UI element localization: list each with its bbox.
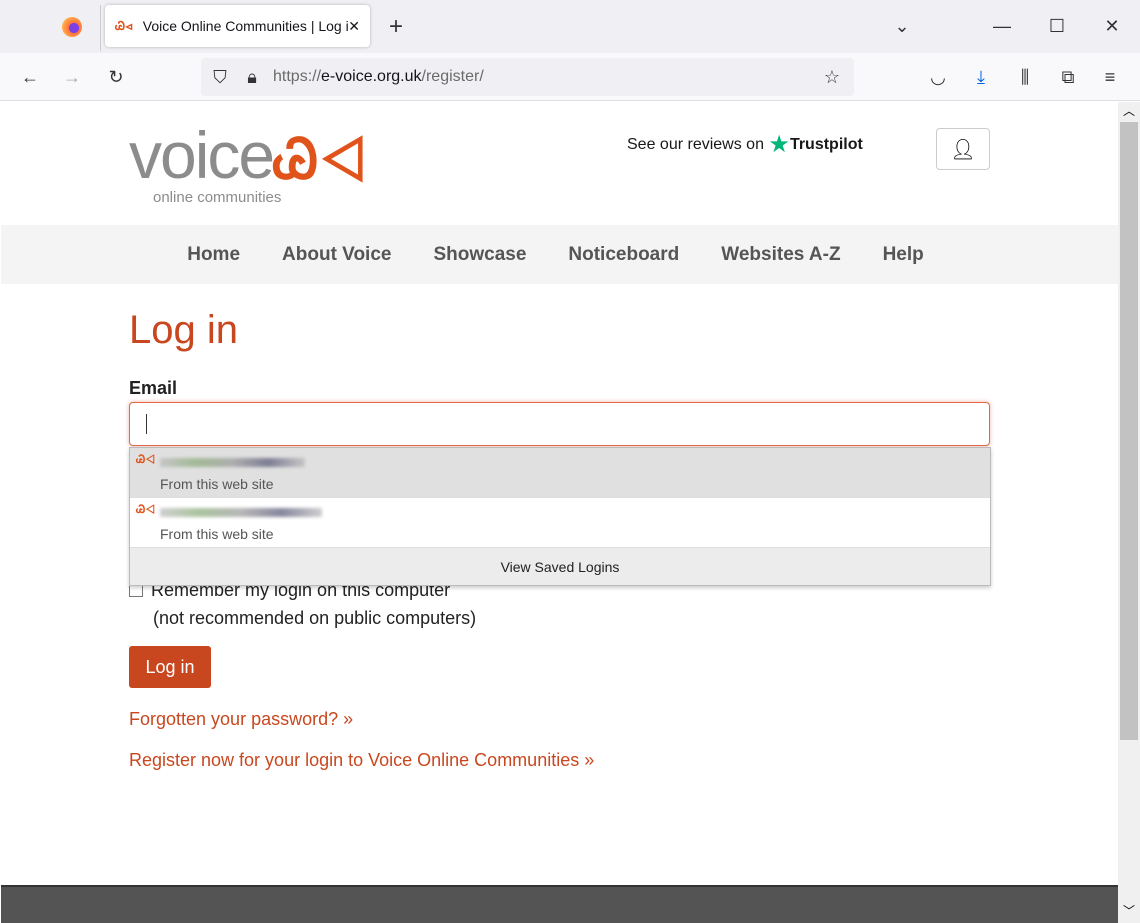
web-page: voiceᏊ◁ online communities See our revie…	[1, 102, 1118, 923]
page-title: Log in	[129, 308, 238, 352]
tab-bar: Ꮚ⊲ Voice Online Communities | Log in ✕ +…	[0, 0, 1140, 53]
downloads-icon[interactable]: ⤓	[969, 65, 993, 89]
logo-word: voice	[129, 118, 275, 192]
user-icon: 👤︎	[950, 138, 976, 161]
nav-websites-a-z[interactable]: Websites A-Z	[721, 244, 840, 266]
new-tab-icon[interactable]: +	[384, 13, 408, 40]
tab-title: Voice Online Communities | Log in	[142, 18, 349, 34]
user-account-button[interactable]: 👤︎	[936, 128, 990, 170]
close-window-icon[interactable]: ✕	[1100, 14, 1124, 38]
lock-icon[interactable]: 🔒︎	[241, 66, 263, 88]
view-saved-logins-button[interactable]: View Saved Logins	[130, 548, 990, 585]
list-tabs-chevron-icon[interactable]: ⌄	[890, 14, 914, 38]
trustpilot-star-icon: ★	[768, 131, 790, 158]
minimize-icon[interactable]: —	[990, 14, 1014, 38]
url-bar[interactable]: ⛉ 🔒︎ https://e-voice.org.uk/register/ ☆	[201, 58, 854, 96]
navigation-toolbar: ← → ↻ ⛉ 🔒︎ https://e-voice.org.uk/regist…	[0, 53, 1140, 101]
reload-icon[interactable]: ↻	[104, 65, 128, 89]
scroll-down-icon[interactable]: ﹀	[1123, 902, 1135, 919]
library-icon[interactable]: ⫼	[1013, 65, 1037, 89]
divider	[100, 5, 101, 51]
reviews-text: See our reviews on	[627, 136, 764, 153]
trustpilot-link[interactable]: See our reviews on ★Trustpilot	[627, 130, 863, 159]
nav-home[interactable]: Home	[187, 244, 240, 266]
nav-showcase[interactable]: Showcase	[433, 244, 526, 266]
redacted-username	[160, 458, 305, 467]
redacted-username	[160, 508, 322, 517]
nav-about-voice[interactable]: About Voice	[282, 244, 391, 266]
forward-icon[interactable]: →	[60, 65, 84, 89]
shield-icon[interactable]: ⛉	[209, 66, 231, 88]
voice-logo[interactable]: voiceᏊ◁ online communities	[129, 122, 367, 206]
scrollbar-thumb[interactable]	[1120, 122, 1138, 740]
email-label: Email	[129, 378, 178, 398]
pocket-icon[interactable]: ◡	[926, 65, 950, 89]
register-link[interactable]: Register now for your login to Voice Onl…	[129, 750, 594, 771]
saved-login-item[interactable]: Ꮚ◁ From this web site	[130, 448, 990, 498]
url-path: /register/	[421, 68, 484, 85]
trustpilot-label: Trustpilot	[789, 136, 863, 153]
firefox-icon[interactable]	[62, 17, 82, 37]
autocomplete-dropdown: Ꮚ◁ From this web site Ꮚ◁ From this web s…	[129, 447, 991, 586]
login-source: From this web site	[160, 476, 274, 492]
close-tab-icon[interactable]: ✕	[348, 18, 360, 35]
url-scheme: https://	[273, 68, 322, 85]
remember-note: (not recommended on public computers)	[153, 608, 477, 628]
login-button[interactable]: Log in	[129, 646, 211, 688]
megaphone-icon: Ꮚ◁	[273, 130, 367, 190]
scroll-up-icon[interactable]: ︿	[1123, 102, 1135, 119]
bookmark-star-icon[interactable]: ☆	[821, 66, 843, 88]
scrollbar[interactable]: ︿ ﹀	[1118, 102, 1140, 923]
nav-noticeboard[interactable]: Noticeboard	[568, 244, 679, 266]
site-key-icon: Ꮚ◁	[136, 504, 156, 516]
maximize-icon[interactable]: ☐	[1045, 14, 1069, 38]
menu-icon[interactable]: ≡	[1098, 65, 1122, 89]
login-source: From this web site	[160, 526, 274, 542]
main-nav: Home About Voice Showcase Noticeboard We…	[1, 225, 1118, 284]
tab-active[interactable]: Ꮚ⊲ Voice Online Communities | Log in ✕	[105, 5, 370, 47]
email-input[interactable]	[129, 402, 990, 446]
text-caret	[146, 414, 147, 434]
voice-favicon-icon: Ꮚ⊲	[115, 18, 133, 33]
extensions-icon[interactable]: ⧉	[1056, 65, 1080, 89]
url-host: e-voice.org.uk	[321, 68, 422, 85]
saved-login-item[interactable]: Ꮚ◁ From this web site	[130, 498, 990, 548]
site-key-icon: Ꮚ◁	[136, 454, 156, 466]
forgot-password-link[interactable]: Forgotten your password? »	[129, 709, 353, 730]
back-icon[interactable]: ←	[18, 65, 42, 89]
footer	[1, 885, 1118, 923]
nav-help[interactable]: Help	[883, 244, 924, 266]
